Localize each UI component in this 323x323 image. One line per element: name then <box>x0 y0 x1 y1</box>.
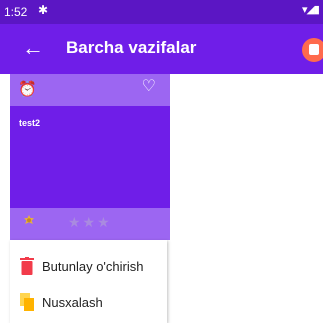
trash-icon <box>20 257 34 275</box>
gear-icon: ✱ <box>38 3 49 17</box>
task-card[interactable]: ⏰ ♡ test2 ★★★ <box>10 74 170 240</box>
back-arrow-icon[interactable]: ← <box>22 33 44 63</box>
copy-icon <box>20 293 34 311</box>
menu-item-delete-permanently[interactable]: Butunlay o'chirish <box>10 248 167 284</box>
status-bar: 1:52 ✱ ▾◢▮ <box>0 0 323 24</box>
context-menu: Butunlay o'chirish Nusxalash <box>10 240 167 323</box>
menu-item-label: Nusxalash <box>42 295 103 310</box>
card-header: ⏰ ♡ <box>10 74 170 106</box>
heart-outline-icon[interactable]: ♡ <box>142 77 156 97</box>
priority-icon[interactable] <box>22 214 36 228</box>
page-title: Barcha vazifalar <box>66 38 197 57</box>
menu-item-copy[interactable]: Nusxalash <box>10 284 167 320</box>
app-bar: ← Barcha vazifalar <box>0 24 323 74</box>
alarm-icon[interactable]: ⏰ <box>18 80 37 100</box>
status-time: 1:52 <box>4 5 28 19</box>
task-title: test2 <box>19 118 41 128</box>
delete-all-button[interactable] <box>302 38 323 62</box>
rating-stars[interactable]: ★★★ <box>68 214 112 231</box>
trash-icon <box>309 44 319 55</box>
menu-item-label: Butunlay o'chirish <box>42 259 144 274</box>
card-footer: ★★★ <box>10 208 170 240</box>
wifi-signal-icon: ▾◢▮ <box>301 4 320 16</box>
